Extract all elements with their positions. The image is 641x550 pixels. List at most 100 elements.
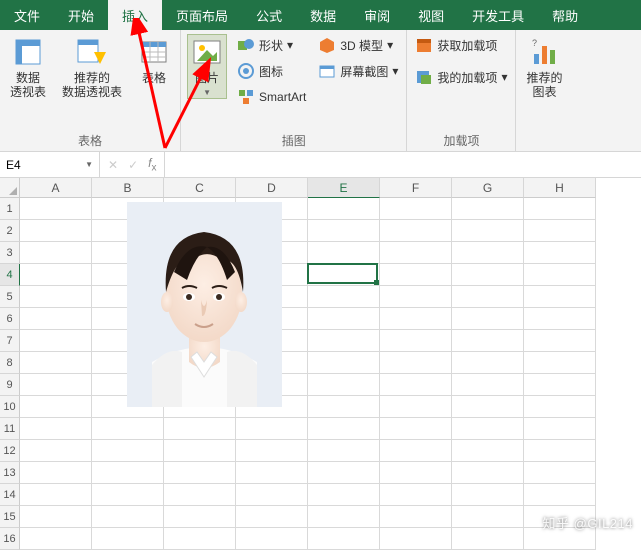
cell[interactable] (20, 308, 92, 330)
cell[interactable] (452, 264, 524, 286)
enter-icon[interactable]: ✓ (128, 158, 138, 172)
row-header-2[interactable]: 2 (0, 220, 20, 242)
cell[interactable] (452, 242, 524, 264)
cell[interactable] (380, 440, 452, 462)
cell[interactable] (308, 374, 380, 396)
menu-tab-help[interactable]: 帮助 (538, 0, 592, 30)
name-box-input[interactable] (6, 158, 66, 172)
row-header-7[interactable]: 7 (0, 330, 20, 352)
row-header-8[interactable]: 8 (0, 352, 20, 374)
row-header-11[interactable]: 11 (0, 418, 20, 440)
cell[interactable] (452, 308, 524, 330)
cell[interactable] (452, 418, 524, 440)
cell[interactable] (452, 506, 524, 528)
cell[interactable] (524, 396, 596, 418)
cell[interactable] (380, 462, 452, 484)
cell[interactable] (380, 198, 452, 220)
cell[interactable] (20, 198, 92, 220)
cell[interactable] (20, 264, 92, 286)
cell[interactable] (524, 242, 596, 264)
menu-tab-review[interactable]: 审阅 (350, 0, 404, 30)
col-header-C[interactable]: C (164, 178, 236, 198)
cell[interactable] (452, 462, 524, 484)
cell[interactable] (308, 352, 380, 374)
cell[interactable] (92, 418, 164, 440)
cell[interactable] (380, 352, 452, 374)
cell[interactable] (20, 506, 92, 528)
row-header-12[interactable]: 12 (0, 440, 20, 462)
cell[interactable] (524, 462, 596, 484)
pivottable-button[interactable]: 数据 透视表 (6, 34, 50, 102)
formula-input[interactable] (171, 158, 635, 172)
cell[interactable] (452, 352, 524, 374)
cell[interactable] (236, 506, 308, 528)
cell[interactable] (452, 220, 524, 242)
cell[interactable] (236, 484, 308, 506)
cell[interactable] (164, 440, 236, 462)
col-header-G[interactable]: G (452, 178, 524, 198)
cell[interactable] (20, 484, 92, 506)
menu-tab-data[interactable]: 数据 (296, 0, 350, 30)
row-header-9[interactable]: 9 (0, 374, 20, 396)
col-header-F[interactable]: F (380, 178, 452, 198)
cell[interactable] (380, 308, 452, 330)
icons-button[interactable]: 图标 (235, 60, 308, 82)
cell[interactable] (20, 242, 92, 264)
cell[interactable] (452, 286, 524, 308)
myaddins-button[interactable]: 我的加载项 ▾ (413, 66, 509, 88)
cell[interactable] (308, 484, 380, 506)
cell[interactable] (452, 374, 524, 396)
cell[interactable] (92, 484, 164, 506)
name-box-dropdown-icon[interactable]: ▼ (85, 160, 93, 169)
cell[interactable] (164, 462, 236, 484)
menu-tab-formula[interactable]: 公式 (242, 0, 296, 30)
cell[interactable] (308, 286, 380, 308)
menu-tab-home[interactable]: 开始 (54, 0, 108, 30)
3dmodels-button[interactable]: 3D 模型 ▾ (316, 34, 400, 56)
cell[interactable] (380, 286, 452, 308)
screenshot-button[interactable]: 屏幕截图 ▾ (316, 60, 400, 82)
cell[interactable] (452, 396, 524, 418)
cell[interactable] (20, 220, 92, 242)
col-header-H[interactable]: H (524, 178, 596, 198)
recommended-pivot-button[interactable]: 推荐的 数据透视表 (58, 34, 126, 102)
cell[interactable] (380, 330, 452, 352)
row-header-15[interactable]: 15 (0, 506, 20, 528)
cell[interactable] (524, 440, 596, 462)
cell[interactable] (308, 308, 380, 330)
cell[interactable] (236, 462, 308, 484)
cell[interactable] (308, 506, 380, 528)
cell[interactable] (308, 418, 380, 440)
cell[interactable] (524, 308, 596, 330)
cell[interactable] (452, 484, 524, 506)
cell[interactable] (20, 352, 92, 374)
cell[interactable] (236, 418, 308, 440)
cell[interactable] (236, 440, 308, 462)
menu-tab-insert[interactable]: 插入 (108, 0, 162, 30)
cell[interactable] (380, 506, 452, 528)
cell[interactable] (20, 330, 92, 352)
cell[interactable] (452, 528, 524, 550)
cell[interactable] (20, 286, 92, 308)
name-box[interactable]: ▼ (0, 152, 100, 177)
cell[interactable] (308, 396, 380, 418)
cell[interactable] (380, 374, 452, 396)
col-header-D[interactable]: D (236, 178, 308, 198)
cell[interactable] (380, 418, 452, 440)
col-header-E[interactable]: E (308, 178, 380, 198)
cell[interactable] (452, 198, 524, 220)
menu-tab-view[interactable]: 视图 (404, 0, 458, 30)
cell[interactable] (524, 220, 596, 242)
shapes-button[interactable]: 形状 ▾ (235, 34, 308, 56)
cell[interactable] (92, 506, 164, 528)
menu-tab-file[interactable]: 文件 (0, 0, 54, 30)
cell[interactable] (380, 264, 452, 286)
cell[interactable] (308, 528, 380, 550)
menu-tab-dev[interactable]: 开发工具 (458, 0, 538, 30)
cancel-icon[interactable]: ✕ (108, 158, 118, 172)
cell[interactable] (20, 440, 92, 462)
cell[interactable] (308, 330, 380, 352)
smartart-button[interactable]: SmartArt (235, 86, 308, 108)
row-header-14[interactable]: 14 (0, 484, 20, 506)
cell[interactable] (308, 220, 380, 242)
